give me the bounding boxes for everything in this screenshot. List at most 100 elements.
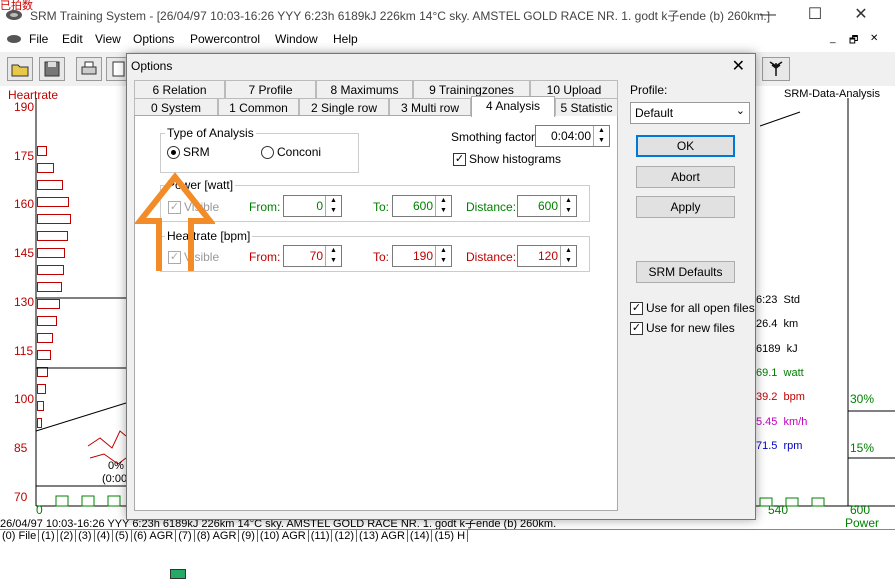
conconi-radio-label: Conconi: [277, 145, 322, 159]
menu-file[interactable]: File: [29, 32, 48, 46]
main-titlebar: 已拍数 SRM Training System - [26/04/97 10:0…: [0, 0, 895, 30]
background-file-list: [0, 547, 895, 579]
power-to-arrows[interactable]: ▲ ▼: [435, 196, 451, 216]
file-tab[interactable]: (3): [76, 530, 95, 542]
menu-edit[interactable]: Edit: [62, 32, 83, 46]
power-distance-spinner[interactable]: 600 ▲ ▼: [517, 195, 577, 217]
power-from-value: 0: [316, 199, 323, 213]
antenna-button[interactable]: [762, 57, 790, 81]
heartrate-distance-spinner[interactable]: 120 ▲ ▼: [517, 245, 577, 267]
srm-radio-label: SRM: [183, 145, 210, 159]
menu-window[interactable]: Window: [275, 32, 318, 46]
file-tab[interactable]: (13) AGR: [357, 530, 408, 542]
ok-button[interactable]: OK: [636, 135, 735, 157]
heartrate-from-spinner[interactable]: 70 ▲ ▼: [283, 245, 342, 267]
power-distance-label: Distance:: [466, 200, 517, 214]
pct-time-label: (0:00: [102, 473, 128, 485]
heartrate-to-value: 190: [412, 249, 433, 263]
pct-zero-label: 0%: [108, 460, 124, 472]
power-to-spinner[interactable]: 600 ▲ ▼: [392, 195, 452, 217]
tab-maximums[interactable]: 8 Maximums: [316, 80, 413, 98]
heartrate-from-value: 70: [309, 249, 323, 263]
file-tab[interactable]: (1): [39, 530, 58, 542]
corner-text: 已拍数: [0, 0, 33, 12]
close-window-button[interactable]: ✕: [838, 0, 884, 30]
file-tab[interactable]: (4): [95, 530, 114, 542]
file-tab[interactable]: (9): [239, 530, 258, 542]
maximize-button[interactable]: ☐: [792, 0, 838, 30]
use-all-open-checkbox[interactable]: ✓: [630, 302, 643, 315]
use-new-label: Use for new files: [646, 321, 735, 335]
power-from-spinner[interactable]: 0 ▲ ▼: [283, 195, 342, 217]
file-tab[interactable]: (11): [309, 530, 333, 542]
file-tab[interactable]: (5): [113, 530, 132, 542]
mdi-close-button[interactable]: ✕: [870, 33, 878, 44]
tab-profile[interactable]: 7 Profile: [225, 80, 316, 98]
heartrate-to-arrows[interactable]: ▲ ▼: [435, 246, 451, 266]
summary-stat: 69.1 watt: [756, 366, 804, 379]
tab-relation[interactable]: 6 Relation: [134, 80, 225, 98]
summary-stat: 26.4 km: [756, 318, 799, 331]
summary-stat: 39.2 bpm: [756, 391, 805, 404]
mdi-restore-button[interactable]: 🗗: [849, 33, 858, 50]
menu-options[interactable]: Options: [133, 32, 174, 46]
file-tab[interactable]: (6) AGR: [132, 530, 177, 542]
file-tab[interactable]: (2): [58, 530, 77, 542]
summary-stat: 71.5 rpm: [756, 439, 803, 452]
chevron-down-icon: ⌄: [735, 105, 745, 117]
heartrate-distance-arrows[interactable]: ▲ ▼: [560, 246, 576, 266]
heartrate-distance-label: Distance:: [466, 250, 517, 264]
tab-statistic[interactable]: 5 Statistic: [555, 98, 618, 116]
profile-select[interactable]: Default ⌄: [630, 102, 750, 124]
file-tab[interactable]: (8) AGR: [195, 530, 240, 542]
window-title: SRM Training System - [26/04/97 10:03-16…: [30, 9, 771, 23]
tab-system[interactable]: 0 System: [134, 98, 218, 116]
use-new-checkbox[interactable]: ✓: [630, 322, 643, 335]
power-to-label: To:: [373, 200, 390, 214]
file-tab[interactable]: (15) H: [432, 530, 469, 542]
file-tab[interactable]: (14): [408, 530, 433, 542]
profile-value: Default: [635, 106, 674, 120]
file-tab[interactable]: (10) AGR: [258, 530, 309, 542]
smoothing-spinner[interactable]: 0:04:00 ▲ ▼: [535, 125, 610, 147]
heartrate-to-spinner[interactable]: 190 ▲ ▼: [392, 245, 452, 267]
power-to-value: 600: [412, 199, 433, 213]
type-of-analysis-label: Type of Analysis: [165, 126, 256, 140]
file-tab[interactable]: (12): [332, 530, 358, 542]
heartrate-from-arrows[interactable]: ▲ ▼: [325, 246, 341, 266]
minimize-button[interactable]: —: [745, 0, 791, 30]
print-button[interactable]: [76, 57, 102, 81]
srm-radio[interactable]: [167, 146, 180, 159]
file-tab[interactable]: (0) File: [0, 530, 40, 542]
menu-bar: File Edit View Options Powercontrol Wind…: [0, 30, 895, 50]
right-pct-30: 30%: [850, 392, 875, 406]
heartrate-distance-value: 120: [537, 249, 558, 263]
tab-common[interactable]: 1 Common: [218, 98, 299, 116]
doc-icon: [6, 33, 22, 48]
apply-button[interactable]: Apply: [636, 196, 735, 218]
options-dialog: Options ✕ 6 Relation 7 Profile 8 Maximum…: [126, 53, 756, 520]
file-tab[interactable]: (7): [176, 530, 195, 542]
srm-defaults-button[interactable]: SRM Defaults: [636, 261, 735, 283]
profile-label: Profile:: [630, 83, 668, 97]
save-button[interactable]: [39, 57, 65, 81]
menu-help[interactable]: Help: [333, 32, 358, 46]
smoothing-value: 0:04:00: [550, 129, 591, 143]
tab-multi-row[interactable]: 3 Multi row: [389, 98, 471, 116]
mdi-minimize-button[interactable]: _: [830, 33, 836, 44]
menu-view[interactable]: View: [95, 32, 121, 46]
conconi-radio[interactable]: [261, 146, 274, 159]
tab-analysis[interactable]: 4 Analysis: [471, 96, 555, 117]
power-from-arrows[interactable]: ▲ ▼: [325, 196, 341, 216]
show-histograms-label: Show histograms: [469, 152, 562, 166]
use-all-open-label: Use for all open files: [646, 301, 755, 315]
power-distance-arrows[interactable]: ▲ ▼: [560, 196, 576, 216]
tab-single-row[interactable]: 2 Single row: [299, 98, 389, 116]
open-folder-button[interactable]: [7, 57, 33, 81]
annotation-arrow-icon: [135, 172, 215, 271]
dialog-close-button[interactable]: ✕: [732, 56, 745, 76]
show-histograms-checkbox[interactable]: ✓: [453, 153, 466, 166]
menu-powercontrol[interactable]: Powercontrol: [190, 32, 260, 46]
smoothing-arrows[interactable]: ▲ ▼: [593, 126, 609, 146]
abort-button[interactable]: Abort: [636, 166, 735, 188]
